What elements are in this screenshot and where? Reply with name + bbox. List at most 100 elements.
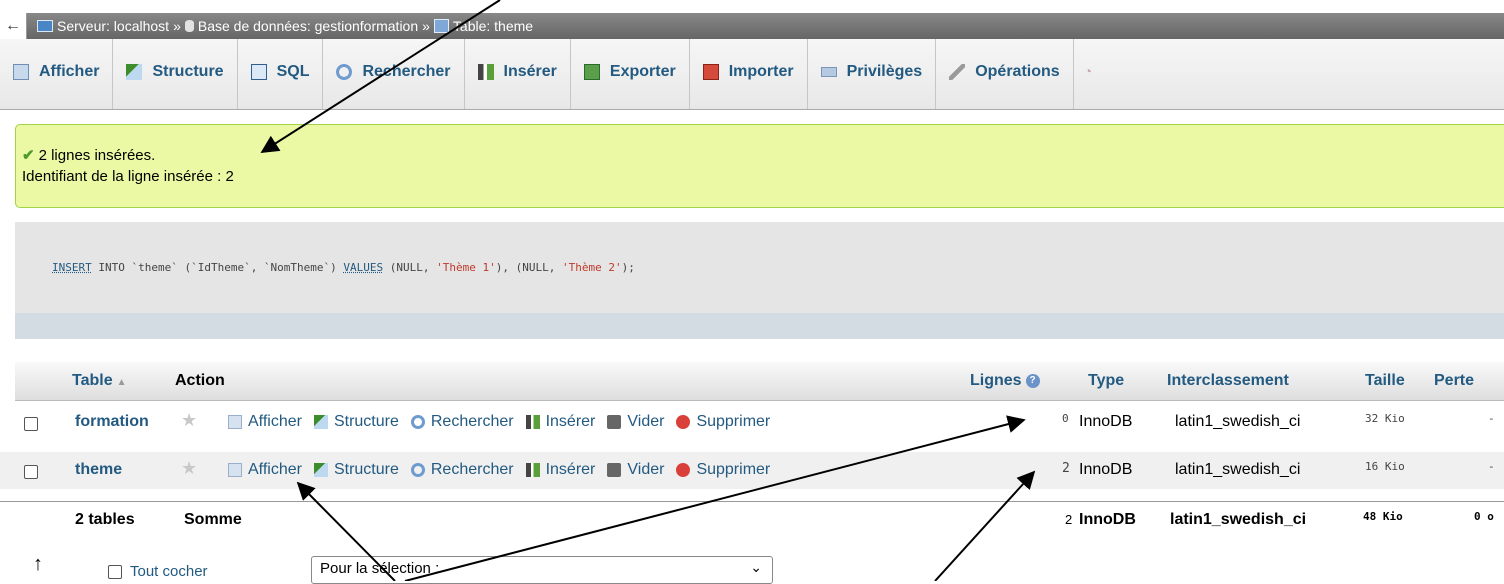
table-list-header: Table ▲ Action Lignes? Type Interclasseme… [15,362,1504,401]
col-type-header[interactable]: Type [1088,372,1124,390]
favorite-star-icon[interactable]: ★ [181,410,197,431]
tab-insert[interactable]: Insérer [465,39,571,109]
insert-icon [525,415,540,429]
action-label: Structure [333,413,399,430]
table-name-link[interactable]: theme [75,461,122,479]
drop-icon [676,415,691,429]
success-line-2: Identifiant de la ligne insérée : 2 [22,168,234,185]
check-all-checkbox[interactable] [108,564,122,579]
tab-label: Exporter [609,63,676,80]
total-tables: 2 tables [75,511,135,528]
col-table-header[interactable]: Table ▲ [72,372,127,390]
tab-import[interactable]: Importer [690,39,808,109]
action-browse[interactable]: Afficher [228,461,302,479]
tab-label: Structure [152,63,224,80]
server-icon [37,20,53,32]
action-drop[interactable]: Supprimer [676,413,770,431]
row-checkbox[interactable] [24,417,38,431]
action-drop[interactable]: Supprimer [676,461,770,479]
size-link[interactable]: 32 Kio [1365,412,1405,425]
arrow-up-icon: ↑ [33,553,43,575]
action-empty[interactable]: Vider [607,461,664,479]
col-overhead-header[interactable]: Perte [1434,372,1474,390]
browse-icon [228,415,242,429]
action-label: Insérer [545,461,596,478]
search-icon [336,64,353,80]
breadcrumb-table[interactable]: Table: theme [433,18,533,34]
insert-icon [525,463,540,477]
action-label: Supprimer [696,413,771,430]
action-structure[interactable]: Structure [313,461,399,479]
action-empty[interactable]: Vider [607,413,664,431]
check-all[interactable]: Tout cocher [108,563,208,580]
sql-string-2: 'Thème 2' [562,261,622,274]
row-actions: Afficher Structure Rechercher Insérer Vider S… [228,461,782,482]
check-all-label[interactable]: Tout cocher [130,563,208,580]
tab-operations[interactable]: Opérations [936,39,1074,109]
row-count: 2 [1062,461,1070,476]
action-label: Afficher [248,413,302,430]
sql-keyword-values[interactable]: VALUES [343,261,383,274]
action-insert[interactable]: Insérer [525,461,596,479]
chevron-down-icon: ⌄ [750,559,762,575]
insert-icon [477,64,494,80]
col-rows-header[interactable]: Lignes? [970,372,1040,390]
action-label: Rechercher [430,461,514,478]
col-size-header[interactable]: Taille [1365,372,1405,390]
empty-icon [607,415,622,429]
tab-label: Insérer [503,63,557,80]
engine-type: InnoDB [1079,461,1133,478]
col-rows-label[interactable]: Lignes [970,372,1022,389]
overhead: - [1488,412,1495,425]
tab-sql[interactable]: SQL [238,39,324,109]
action-browse[interactable]: Afficher [228,413,302,431]
back-arrow-icon[interactable]: ← [0,13,27,39]
tab-label: Rechercher [362,63,451,80]
with-selected-select[interactable]: Pour la sélection : ⌄ [311,556,773,584]
sql-keyword-insert[interactable]: INSERT [52,261,92,274]
breadcrumb-server-label[interactable]: Serveur: localhost [57,18,169,34]
tab-bar: Afficher Structure SQL Rechercher Insére… [0,39,1504,110]
help-icon[interactable]: ? [1025,373,1040,388]
favorite-star-icon[interactable]: ★ [181,458,197,479]
action-label: Structure [333,461,399,478]
col-table-label[interactable]: Table [72,372,113,389]
breadcrumb-server[interactable]: Serveur: localhost [37,18,169,34]
size-link[interactable]: 16 Kio [1365,460,1405,473]
action-structure[interactable]: Structure [313,413,399,431]
tab-search[interactable]: Rechercher [323,39,465,109]
tab-browse[interactable]: Afficher [0,39,114,109]
action-label: Vider [627,413,665,430]
search-icon [410,415,425,429]
import-icon [702,64,719,80]
tab-export[interactable]: Exporter [571,39,690,109]
tab-label: Privilèges [846,63,923,80]
success-message: ✔ 2 lignes insérées. Identifiant de la li… [15,124,1504,208]
tab-privileges[interactable]: Privilèges [808,39,937,109]
tab-structure[interactable]: Structure [113,39,238,109]
operations-icon [949,64,966,80]
table-name-link[interactable]: formation [75,413,149,431]
action-insert[interactable]: Insérer [525,413,595,431]
structure-icon [126,64,143,80]
tab-overflow-icon[interactable]: ◔ [1074,39,1092,79]
sql-query-box: INSERT INTO `theme` (`IdTheme`, `NomThem… [15,222,1504,339]
action-search[interactable]: Rechercher [410,413,514,431]
export-icon [583,64,600,80]
breadcrumb-database-label[interactable]: Base de données: gestionformation [198,18,418,34]
row-checkbox[interactable] [24,465,38,479]
breadcrumb-table-label[interactable]: Table: theme [453,18,533,34]
total-row: 2 tables Somme 2 InnoDB latin1_swedish_c… [0,501,1504,539]
total-type: InnoDB [1079,511,1136,528]
search-icon [410,463,425,477]
breadcrumb-database[interactable]: Base de données: gestionformation [184,18,418,34]
table-row: formation ★ Afficher Structure Rechercher I… [0,404,1504,441]
sort-asc-icon: ▲ [116,377,127,388]
with-selected-value: Pour la sélection : [320,560,440,577]
action-label: Vider [627,461,665,478]
tab-label: Afficher [39,63,100,80]
col-collation-header[interactable]: Interclassement [1167,372,1289,390]
action-label: Rechercher [430,413,514,430]
action-search[interactable]: Rechercher [410,461,514,479]
total-overhead: 0 o [1474,510,1494,523]
